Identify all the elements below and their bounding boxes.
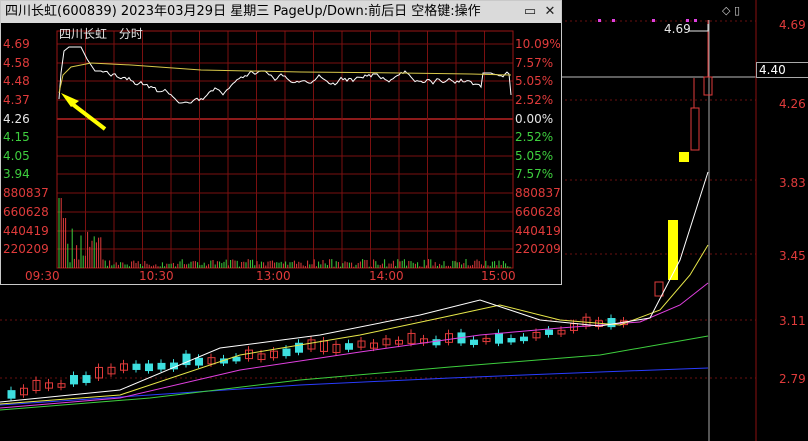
right-axis-label: 4.69 [779,18,806,32]
price-label: 4.26 [3,112,30,126]
candle-body [132,363,141,370]
candle-body [232,356,241,362]
candle-body [545,329,553,335]
pct-label: 7.57% [515,56,554,70]
pct-label: 2.52% [515,130,554,144]
volume-label: 220209 [3,242,49,256]
signal-dot [612,19,615,22]
arrow-icon-shaft [69,101,107,131]
intraday-header: 四川长虹 分时 [59,25,143,42]
highlight-candle [668,220,678,280]
volume-label: 440419 [515,224,561,238]
pct-label: 7.57% [515,167,554,181]
diamond-icon[interactable]: ◇ [722,4,730,17]
pct-label: 2.52% [515,93,554,107]
right-axis-label: 3.45 [779,249,806,263]
volume-label: 660628 [515,205,561,219]
mode-label: 分时 [118,27,143,41]
candle-body [703,76,713,96]
time-label: 14:00 [369,269,404,283]
signal-dot [652,19,655,22]
pct-label: 5.05% [515,74,554,88]
price-label: 4.69 [3,37,30,51]
intraday-popup-window[interactable]: 四川长虹(600839) 2023年03月29日 星期三 PageUp/Down… [0,0,562,285]
candle-body [282,348,291,357]
time-label: 15:00 [481,269,516,283]
candle-body [70,375,78,385]
pct-label: 10.09% [515,37,561,51]
candle-body [507,337,516,343]
grid-toggle-icon[interactable]: ▯ [734,4,740,17]
popup-title-bar[interactable]: 四川长虹(600839) 2023年03月29日 星期三 PageUp/Down… [1,1,561,23]
volume-label: 660628 [3,205,49,219]
price-label: 4.37 [3,93,30,107]
ma20-line [0,282,709,409]
candle-body [607,318,616,328]
candle-body [345,343,353,350]
minimize-icon[interactable]: ▭ [521,3,539,21]
candle-body [690,107,700,151]
candle-body [82,375,91,383]
volume-label: 880837 [515,186,561,200]
pct-label: 5.05% [515,149,554,163]
stock-name: 四川长虹 [59,27,108,41]
intraday-chart[interactable] [1,23,561,285]
time-label: 13:00 [256,269,291,283]
close-icon[interactable]: ✕ [541,3,559,21]
candle-body [470,339,478,345]
right-axis-label: 2.79 [779,372,806,386]
candle-body [654,281,664,297]
price-label: 3.94 [3,167,30,181]
candle-body [195,357,203,366]
candle-body [145,363,153,372]
price-label: 4.15 [3,130,30,144]
time-label: 09:30 [25,269,60,283]
highlight-candle [679,152,689,162]
current-price-box: 4.40 [756,62,808,78]
candle-body [157,362,166,370]
price-label: 4.48 [3,74,30,88]
volume-label: 220209 [515,242,561,256]
peak-price-label: 4.69 [664,22,691,36]
right-axis-label: 3.83 [779,176,806,190]
right-axis-label: 3.11 [779,314,806,328]
signal-dot [598,19,601,22]
signal-dot [694,19,697,22]
pct-label: 0.00% [515,112,554,126]
peak-pointer [688,24,709,32]
time-label: 10:30 [139,269,174,283]
right-axis-label: 4.26 [779,97,806,111]
price-label: 4.05 [3,149,30,163]
top-right-icons[interactable]: ◇ ▯ [722,4,740,17]
candle-body [520,336,528,342]
candle-body [495,332,503,344]
candle-body [7,390,16,399]
popup-title: 四川长虹(600839) 2023年03月29日 星期三 PageUp/Down… [5,4,481,19]
price-label: 4.58 [3,56,30,70]
volume-label: 880837 [3,186,49,200]
volume-label: 440419 [3,224,49,238]
